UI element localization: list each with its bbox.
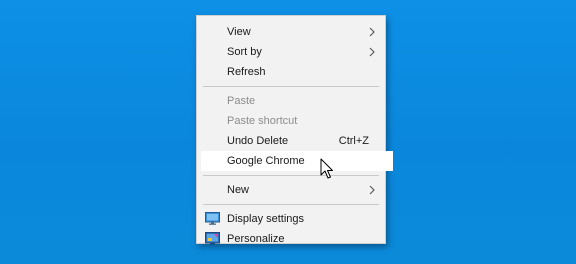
menu-item-label: Google Chrome: [227, 155, 305, 167]
menu-item-refresh[interactable]: Refresh: [197, 62, 385, 82]
menu-item-undo-delete[interactable]: Undo Delete Ctrl+Z: [197, 131, 385, 151]
mouse-cursor-icon: [320, 158, 333, 179]
menu-item-label: New: [227, 184, 250, 196]
menu-item-display-settings[interactable]: Display settings: [197, 209, 385, 229]
menu-item-shortcut: Ctrl+Z: [338, 135, 369, 147]
menu-item-paste: Paste: [197, 91, 385, 111]
chevron-right-icon: [369, 47, 375, 57]
menu-item-view[interactable]: View: [197, 22, 385, 42]
personalize-icon: [205, 232, 220, 245]
display-settings-icon: [205, 212, 220, 225]
menu-item-label: Paste: [227, 95, 256, 107]
menu-item-label: Refresh: [227, 66, 266, 78]
menu-item-sort-by[interactable]: Sort by: [197, 42, 385, 62]
desktop-background[interactable]: View Sort by Refresh Paste Paste shortcu…: [0, 0, 576, 264]
desktop-context-menu: View Sort by Refresh Paste Paste shortcu…: [196, 15, 393, 245]
menu-item-google-chrome[interactable]: Google Chrome: [201, 151, 393, 171]
menu-item-label: Undo Delete: [227, 135, 289, 147]
menu-item-label: View: [227, 26, 251, 38]
menu-item-label: Paste shortcut: [227, 115, 298, 127]
menu-item-label: Personalize: [227, 233, 285, 245]
chevron-right-icon: [369, 185, 375, 195]
menu-item-label: Display settings: [227, 213, 305, 225]
menu-separator: [203, 86, 379, 87]
menu-separator: [203, 204, 379, 205]
menu-separator: [203, 175, 379, 176]
menu-item-new[interactable]: New: [197, 180, 385, 200]
menu-item-personalize[interactable]: Personalize: [197, 229, 385, 249]
menu-item-label: Sort by: [227, 46, 262, 58]
chevron-right-icon: [369, 27, 375, 37]
menu-item-paste-shortcut: Paste shortcut: [197, 111, 385, 131]
